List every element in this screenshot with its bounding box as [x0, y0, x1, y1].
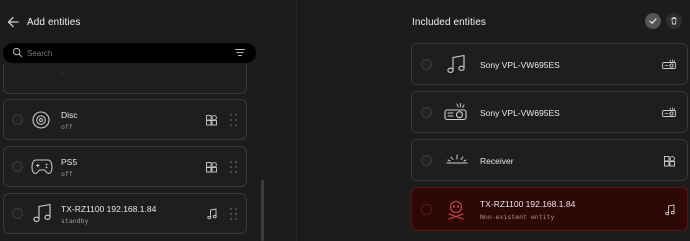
entity-name: TX-RZ1100 192.168.1.84 [61, 204, 157, 214]
drag-handle-icon[interactable] [230, 208, 238, 222]
entity-name: Sony VPL-VW695ES [480, 60, 560, 70]
filter-icon[interactable] [235, 48, 245, 57]
select-radio[interactable] [421, 155, 432, 166]
entity-name: PS5 [61, 157, 78, 167]
confirm-button[interactable] [645, 13, 661, 29]
entity-status: standby [61, 217, 89, 225]
search-input[interactable] [27, 45, 227, 61]
media-player-icon [206, 162, 217, 173]
select-radio[interactable] [421, 59, 432, 70]
list-item[interactable]: Sony VPL-VW695ES [411, 91, 688, 133]
included-entities-panel: Included entities Sony VPL-VW695ES Sony … [297, 0, 690, 241]
entity-name: Sony VPL-VW695ES [480, 108, 560, 118]
entity-name: Receiver [480, 156, 514, 166]
list-item[interactable]: · [3, 64, 247, 94]
media-player-icon [206, 115, 217, 126]
entity-status: off [61, 123, 73, 131]
skull-icon [448, 200, 464, 220]
projector-icon [662, 59, 676, 69]
select-radio[interactable] [421, 204, 432, 215]
gamepad-icon [31, 159, 53, 175]
scrollbar[interactable] [261, 180, 264, 241]
search-icon [12, 47, 23, 58]
music-note-icon [447, 54, 465, 73]
media-player-icon [664, 156, 675, 167]
entity-status: Non-existent entity [480, 213, 555, 221]
search-bar [3, 43, 256, 63]
list-item[interactable]: Sony VPL-VW695ES [411, 43, 688, 85]
page-title: Add entities [27, 17, 81, 28]
add-entities-panel: Add entities · Disc off [0, 0, 296, 241]
list-item[interactable]: Disc off [3, 99, 247, 140]
music-note-icon [665, 204, 675, 216]
page-title: Included entities [412, 17, 486, 28]
select-radio[interactable] [421, 107, 432, 118]
list-item[interactable]: Receiver [411, 139, 688, 181]
projector-icon [444, 103, 467, 121]
entity-name: Disc [61, 110, 78, 120]
drag-handle-icon[interactable] [230, 161, 238, 175]
entity-status: off [61, 170, 73, 178]
list-item[interactable]: PS5 off [3, 146, 247, 187]
music-note-icon [33, 203, 51, 222]
music-note-icon [207, 208, 217, 220]
check-icon [649, 18, 657, 24]
select-radio[interactable] [12, 114, 23, 125]
back-arrow-icon[interactable] [6, 14, 20, 30]
drag-handle-icon[interactable] [230, 114, 238, 128]
delete-button[interactable] [666, 13, 682, 29]
list-item[interactable]: TX-RZ1100 192.168.1.84 Non-existent enti… [411, 187, 688, 231]
projector-icon [662, 107, 676, 117]
trash-icon [671, 17, 677, 25]
select-radio[interactable] [12, 161, 23, 172]
entity-name: TX-RZ1100 192.168.1.84 [480, 199, 576, 209]
list-item[interactable]: TX-RZ1100 192.168.1.84 standby [3, 193, 247, 234]
receiver-icon [446, 154, 468, 164]
select-radio[interactable] [12, 208, 23, 219]
disc-icon [32, 111, 50, 129]
